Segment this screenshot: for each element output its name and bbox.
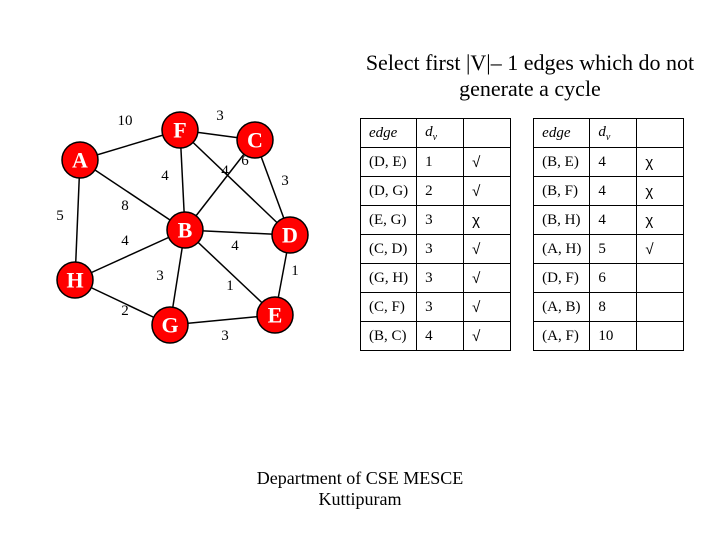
table-row: (A, F)10 <box>534 322 684 351</box>
table-row: (B, E)4χ <box>534 148 684 177</box>
node-label-A: A <box>72 148 88 173</box>
weight-GE: 3 <box>221 328 229 344</box>
col-edge: edge <box>534 119 590 148</box>
weight-HG: 2 <box>121 303 129 319</box>
weight-BG: 3 <box>156 268 164 284</box>
graph-diagram: 1038443654423131 AFCBDHGE <box>30 100 340 370</box>
table-row: (E, G)3χ <box>361 206 511 235</box>
weight-AH: 5 <box>56 208 64 224</box>
weight-AF: 10 <box>118 113 133 129</box>
tables-container: edge dv (D, E)1√ (D, G)2√ (E, G)3χ (C, D… <box>360 118 684 351</box>
node-label-H: H <box>66 268 83 293</box>
table-row: (B, F)4χ <box>534 177 684 206</box>
table-row: (C, F)3√ <box>361 293 511 322</box>
weight-FC: 3 <box>216 108 224 124</box>
weight-HB: 4 <box>121 233 129 249</box>
weight-DE: 1 <box>291 263 299 279</box>
col-dv: dv <box>417 119 464 148</box>
col-dv: dv <box>590 119 637 148</box>
weight-AB: 8 <box>121 198 129 214</box>
col-mark <box>464 119 511 148</box>
table-row: (D, F)6 <box>534 264 684 293</box>
footer: Department of CSE MESCE Kuttipuram <box>0 468 720 510</box>
weight-BD: 4 <box>231 238 239 254</box>
table-row: (B, C)4√ <box>361 322 511 351</box>
table-row: (A, B)8 <box>534 293 684 322</box>
node-label-D: D <box>282 223 298 248</box>
edge-table-1: edge dv (D, E)1√ (D, G)2√ (E, G)3χ (C, D… <box>360 118 511 351</box>
weight-BE: 1 <box>226 278 234 294</box>
table-row: (A, H)5√ <box>534 235 684 264</box>
col-edge: edge <box>361 119 417 148</box>
table-row: (D, G)2√ <box>361 177 511 206</box>
weight-CD: 3 <box>281 173 289 189</box>
table-row: (B, H)4χ <box>534 206 684 235</box>
edge-table-2: edge dv (B, E)4χ (B, F)4χ (B, H)4χ (A, H… <box>533 118 684 351</box>
node-label-E: E <box>268 303 283 328</box>
node-label-B: B <box>178 218 193 243</box>
weight-FB: 4 <box>161 168 169 184</box>
table-row: (C, D)3√ <box>361 235 511 264</box>
weight-CB: 4 <box>221 163 229 179</box>
table-row: (D, E)1√ <box>361 148 511 177</box>
page-title: Select first |V|– 1 edges which do not g… <box>360 50 700 102</box>
edge-AB <box>80 160 185 230</box>
col-mark <box>637 119 684 148</box>
node-label-F: F <box>173 118 186 143</box>
node-label-C: C <box>247 128 263 153</box>
node-label-G: G <box>161 313 178 338</box>
table-row: (G, H)3√ <box>361 264 511 293</box>
